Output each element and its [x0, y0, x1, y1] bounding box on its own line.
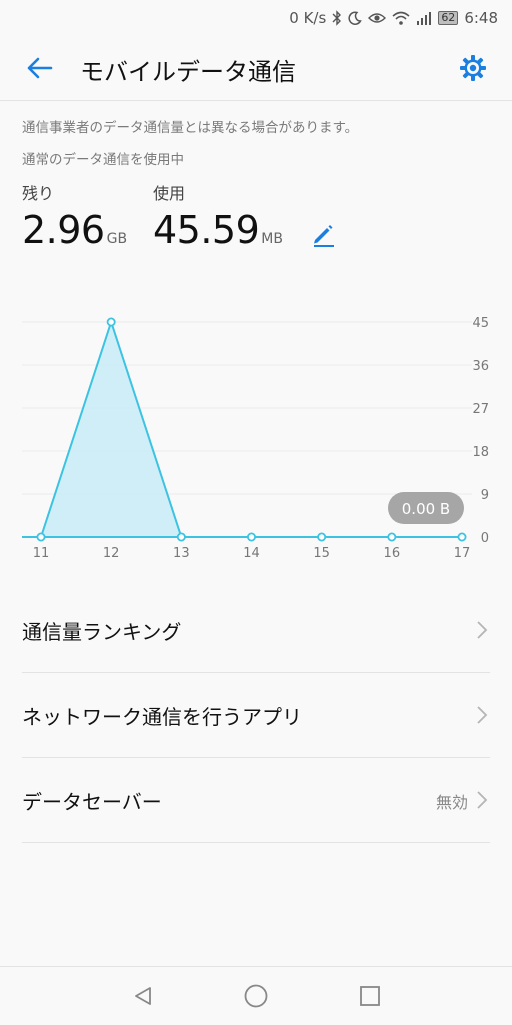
system-nav-bar: [0, 966, 512, 1025]
triangle-back-icon: [135, 987, 151, 1005]
status-icons: 0 K/s 62 6:48: [289, 8, 498, 28]
nav-recents-button[interactable]: [355, 981, 385, 1011]
used-stat: 使用 45.59 MB: [153, 180, 283, 252]
settings-button[interactable]: [454, 50, 492, 86]
list-item-label: データセーバー: [22, 790, 162, 814]
remaining-stat: 残り 2.96 GB: [22, 180, 127, 252]
data-point: [457, 532, 467, 542]
x-tick-label: 11: [33, 546, 50, 561]
data-point: [387, 532, 397, 542]
battery-icon: 62: [438, 11, 459, 25]
remaining-label: 残り: [22, 184, 55, 203]
list-item-network-apps[interactable]: ネットワーク通信を行うアプリ: [22, 673, 490, 758]
signal-icon: [417, 12, 432, 25]
x-tick-label: 14: [243, 546, 260, 561]
y-tick-label: 0: [481, 531, 489, 546]
app-bar: モバイルデータ通信: [0, 36, 512, 100]
x-tick-label: 16: [384, 546, 401, 561]
x-tick-label: 13: [173, 546, 190, 561]
x-tick-label: 15: [313, 546, 330, 561]
network-speed: 0 K/s: [289, 9, 327, 27]
data-point: [36, 532, 46, 542]
clock: 6:48: [464, 9, 498, 27]
y-tick-label: 45: [472, 316, 489, 331]
data-point: [106, 317, 116, 327]
usage-status: 通常のデータ通信を使用中: [22, 152, 184, 168]
list-item-usage-ranking[interactable]: 通信量ランキング: [22, 588, 490, 673]
data-point: [176, 532, 186, 542]
data-saver-status: 無効: [435, 793, 468, 812]
y-tick-label: 36: [472, 359, 489, 374]
eye-icon: [368, 13, 387, 23]
x-tick-label: 12: [103, 546, 120, 561]
carrier-note: 通信事業者のデータ通信量とは異なる場合があります。: [22, 120, 359, 136]
value-tooltip-label: 0.00 B: [402, 500, 450, 518]
remaining-value: 2.96: [22, 208, 105, 252]
y-tick-label: 9: [481, 488, 489, 503]
usage-chart: 45 36 27 18 9 0 11 12 13 14 15 16 17 0.00 B: [22, 316, 489, 561]
y-tick-label: 27: [472, 402, 489, 417]
bluetooth-icon: [332, 10, 342, 26]
chevron-right-icon: [477, 791, 488, 809]
settings-list: 通信量ランキング ネットワーク通信を行うアプリ データセーバー 無効: [22, 588, 490, 843]
nav-back-button[interactable]: [128, 981, 158, 1011]
used-value: 45.59: [153, 208, 260, 252]
square-recents-icon: [360, 986, 380, 1006]
data-point: [246, 532, 256, 542]
circle-home-icon: [244, 984, 268, 1008]
list-item-data-saver[interactable]: データセーバー 無効: [22, 758, 490, 843]
chevron-right-icon: [477, 706, 488, 724]
moon-icon: [348, 11, 363, 25]
used-label: 使用: [153, 184, 186, 203]
y-tick-label: 18: [472, 445, 489, 460]
status-bar: 0 K/s 62 6:48: [0, 0, 512, 36]
back-button[interactable]: [20, 50, 58, 86]
list-item-label: ネットワーク通信を行うアプリ: [22, 705, 302, 729]
chevron-right-icon: [477, 621, 488, 639]
nav-home-button[interactable]: [241, 981, 271, 1011]
pencil-icon: [314, 225, 334, 247]
data-point: [317, 532, 327, 542]
list-item-label: 通信量ランキング: [22, 620, 182, 644]
edit-button[interactable]: [304, 214, 342, 252]
remaining-unit: GB: [106, 231, 128, 247]
wifi-icon: [392, 11, 410, 25]
gear-icon: [460, 55, 486, 81]
used-unit: MB: [261, 231, 283, 247]
arrow-left-icon: [27, 57, 53, 79]
page-title: モバイルデータ通信: [80, 58, 296, 86]
header-divider: [0, 100, 512, 101]
x-tick-label: 17: [454, 546, 471, 561]
